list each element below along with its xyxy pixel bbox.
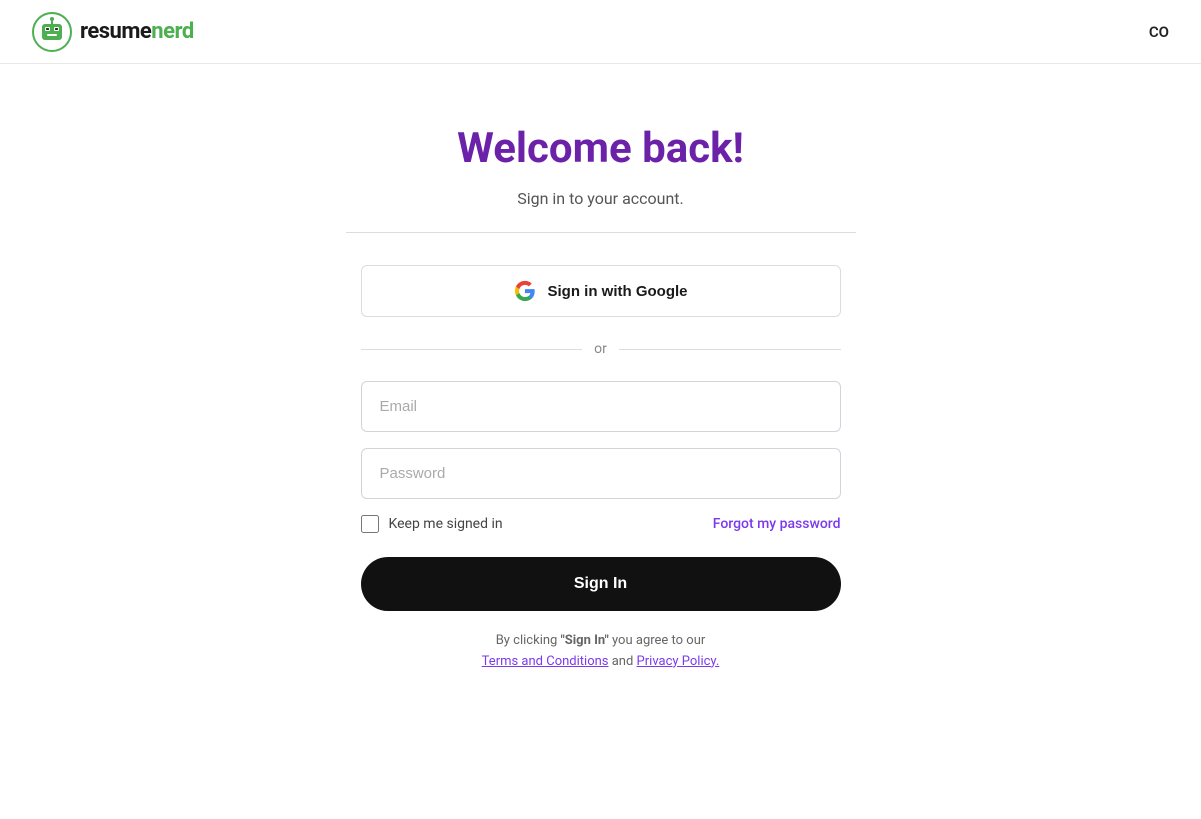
keep-signed-in-checkbox[interactable]	[361, 515, 379, 533]
terms-and: and	[609, 654, 637, 669]
keep-signed-in-text: Keep me signed in	[389, 516, 503, 532]
or-line-right	[619, 349, 841, 350]
terms-middle: you agree to our	[609, 633, 706, 648]
keep-signed-in-label[interactable]: Keep me signed in	[361, 515, 503, 533]
header-divider	[346, 232, 856, 233]
login-form: Sign in with Google or Keep me signed in…	[361, 265, 841, 673]
terms-prefix: By clicking	[496, 633, 561, 648]
password-input[interactable]	[361, 448, 841, 499]
welcome-title: Welcome back!	[457, 124, 744, 173]
terms-conditions-link[interactable]: Terms and Conditions	[482, 654, 609, 669]
email-input[interactable]	[361, 381, 841, 432]
signin-button[interactable]: Sign In	[361, 557, 841, 611]
or-text: or	[594, 341, 607, 357]
options-row: Keep me signed in Forgot my password	[361, 515, 841, 533]
or-line-left	[361, 349, 583, 350]
logo[interactable]: resumenerd	[32, 12, 194, 52]
terms-text: By clicking "Sign In" you agree to our T…	[361, 631, 841, 673]
main-content: Welcome back! Sign in to your account. S…	[0, 64, 1201, 673]
header: resumenerd CO	[0, 0, 1201, 64]
logo-icon	[32, 12, 72, 52]
terms-sign-in-quote: "Sign In"	[561, 633, 609, 648]
or-divider: or	[361, 341, 841, 357]
subtitle: Sign in to your account.	[517, 189, 684, 208]
forgot-password-link[interactable]: Forgot my password	[713, 516, 841, 532]
logo-resume-text: resume	[80, 19, 151, 44]
logo-nerd-text: nerd	[151, 19, 193, 44]
google-signin-label: Sign in with Google	[548, 283, 688, 300]
privacy-policy-link[interactable]: Privacy Policy.	[637, 654, 720, 669]
google-signin-button[interactable]: Sign in with Google	[361, 265, 841, 317]
header-nav[interactable]: CO	[1149, 23, 1169, 41]
google-logo-icon	[514, 280, 536, 302]
